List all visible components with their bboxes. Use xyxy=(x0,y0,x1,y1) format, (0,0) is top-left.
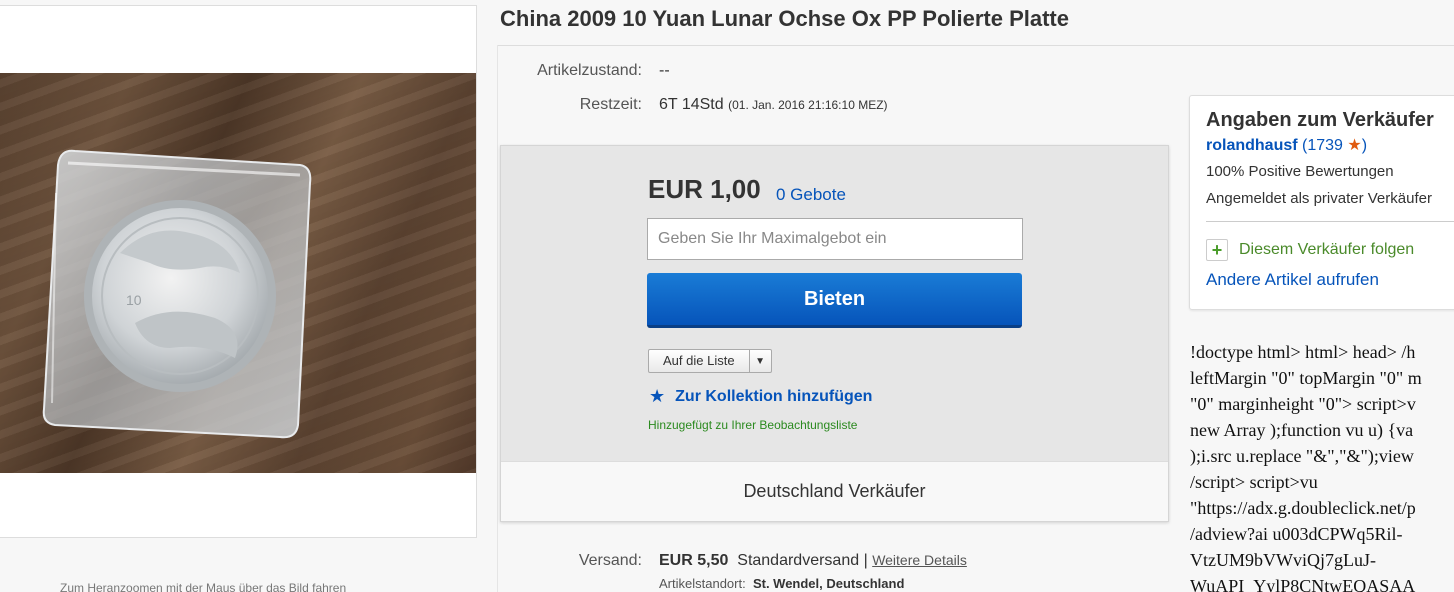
item-title: China 2009 10 Yuan Lunar Ochse Ox PP Pol… xyxy=(500,6,1069,31)
item-location: Artikelstandort: St. Wendel, Deutschland xyxy=(659,576,904,591)
seller-divider xyxy=(1206,221,1454,222)
shipping-label: Versand: xyxy=(578,552,642,569)
shipping-method: Standardversand | xyxy=(737,552,868,569)
seller-type: Angemeldet als privater Verkäufer xyxy=(1206,190,1432,207)
item-location-label: Artikelstandort: xyxy=(659,576,746,591)
seller-name-row: rolandhausf (1739 ★) xyxy=(1206,135,1367,155)
details-divider xyxy=(497,45,498,592)
add-to-collection-link[interactable]: Zur Kollektion hinzufügen xyxy=(675,388,872,406)
shipping-value: EUR 5,50 Standardversand | Weitere Detai… xyxy=(659,552,967,570)
shipping-details-link[interactable]: Weitere Details xyxy=(872,552,967,568)
seller-heading: Angaben zum Verkäufer xyxy=(1206,109,1434,131)
bid-box: EUR 1,00 0 Gebote Bieten Auf die Liste ▼… xyxy=(500,145,1169,522)
star-icon: ★ xyxy=(649,386,666,406)
follow-seller[interactable]: + Diesem Verkäufer folgen xyxy=(1206,239,1414,261)
seller-country-text: Deutschland Verkäufer xyxy=(743,481,926,501)
raw-code-line: WuAPI_YylP8CNtwEQASAA xyxy=(1190,576,1416,592)
title-divider xyxy=(497,45,1454,46)
positive-feedback: 100% Positive Bewertungen xyxy=(1206,163,1394,180)
chevron-down-icon: ▼ xyxy=(755,355,765,367)
raw-ad-code-text: !doctype html> html> head> /h leftMargin… xyxy=(1190,339,1454,592)
raw-code-line: "0" marginheight "0"> script>v xyxy=(1190,394,1416,414)
time-left-label: Restzeit: xyxy=(579,96,642,113)
condition-value: -- xyxy=(659,62,670,79)
svg-text:10: 10 xyxy=(126,292,142,308)
other-items-link[interactable]: Andere Artikel aufrufen xyxy=(1206,270,1379,290)
max-bid-input[interactable] xyxy=(647,218,1023,260)
item-photo[interactable]: 10 xyxy=(0,73,476,473)
raw-code-line: /adview?ai u003dCPWq5Ril- xyxy=(1190,524,1403,544)
raw-code-line: leftMargin "0" topMargin "0" m xyxy=(1190,368,1422,388)
coin-in-capsule-image: 10 xyxy=(42,149,312,439)
bids-count-link[interactable]: 0 Gebote xyxy=(776,185,846,205)
condition-label: Artikelzustand: xyxy=(537,62,642,79)
watchlist-added-note: Hinzugefügt zu Ihrer Beobachtungsliste xyxy=(648,418,858,432)
raw-code-line: "https://adx.g.doubleclick.net/p xyxy=(1190,498,1416,518)
watchlist-control: Auf die Liste ▼ xyxy=(648,349,772,373)
item-image-panel: 10 xyxy=(0,5,477,538)
seller-info-box: Angaben zum Verkäufer rolandhausf (1739 … xyxy=(1189,95,1454,310)
seller-country-footer: Deutschland Verkäufer xyxy=(501,461,1168,521)
time-left-duration: 6T 14Std xyxy=(659,96,724,113)
raw-code-line: !doctype html> html> head> /h xyxy=(1190,342,1416,362)
add-to-collection[interactable]: ★ Zur Kollektion hinzufügen xyxy=(649,386,872,407)
seller-name-link[interactable]: rolandhausf xyxy=(1206,137,1298,154)
raw-code-line: new Array );function vu u) {va xyxy=(1190,420,1414,440)
bid-button[interactable]: Bieten xyxy=(647,273,1022,328)
plus-icon: + xyxy=(1206,239,1228,261)
follow-seller-link[interactable]: Diesem Verkäufer folgen xyxy=(1239,241,1414,259)
item-location-value: St. Wendel, Deutschland xyxy=(752,576,905,591)
current-price: EUR 1,00 xyxy=(648,174,761,204)
feedback-score-link[interactable]: 1739 xyxy=(1307,137,1343,154)
raw-code-line: /script> script>vu xyxy=(1190,472,1318,492)
raw-code-line: VtzUM9bVWviQj7gLuJ- xyxy=(1190,550,1376,570)
zoom-hint: Zum Heranzoomen mit der Maus über das Bi… xyxy=(60,581,347,592)
raw-code-line: );i.src u.replace "&","&");view xyxy=(1190,446,1414,466)
watchlist-dropdown-button[interactable]: ▼ xyxy=(750,350,771,372)
feedback-score-close: ) xyxy=(1361,137,1368,154)
star-rating-icon: ★ xyxy=(1347,137,1362,154)
time-left-value: 6T 14Std (01. Jan. 2016 21:16:10 MEZ) xyxy=(659,96,888,114)
auction-end-date: (01. Jan. 2016 21:16:10 MEZ) xyxy=(728,98,888,112)
watchlist-button[interactable]: Auf die Liste xyxy=(649,350,750,372)
shipping-cost: EUR 5,50 xyxy=(659,552,729,569)
